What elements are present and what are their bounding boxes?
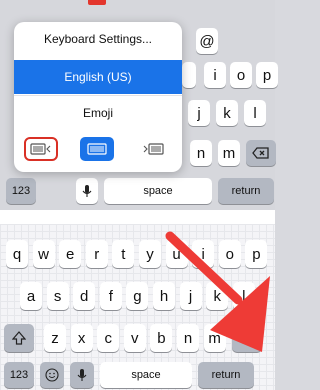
numbers-key-label: 123 [9, 369, 29, 381]
key-h[interactable]: h [153, 282, 175, 310]
delete-icon [252, 147, 269, 159]
return-key[interactable]: return [198, 362, 254, 388]
keyboard-full-icon [87, 143, 107, 155]
key-a-label: a [26, 287, 36, 305]
key-o[interactable]: o [218, 240, 241, 268]
key-b-label: b [157, 329, 166, 347]
key-g-label: g [133, 287, 142, 305]
key-s-label: s [53, 287, 62, 305]
key-f[interactable]: f [99, 282, 122, 310]
space-key-label: space [131, 369, 161, 381]
key-n[interactable]: n [190, 140, 212, 166]
key-q[interactable]: q [6, 240, 28, 268]
key-c[interactable]: c [97, 324, 120, 352]
key-u-label: u [172, 245, 181, 263]
section-divider [0, 210, 275, 224]
left-keyboard-button[interactable] [24, 137, 58, 161]
key-v-label: v [131, 329, 139, 347]
key-n-label: n [183, 329, 193, 347]
key-j[interactable]: j [179, 282, 202, 310]
key-i[interactable]: i [204, 62, 226, 88]
key-s[interactable]: s [46, 282, 69, 310]
key-d[interactable]: d [73, 282, 96, 310]
key-e-label: e [66, 245, 75, 263]
delete-key[interactable] [232, 324, 262, 352]
upper-keyboard-area: @ i o p j k l n m 123 space return Keybo… [0, 0, 278, 210]
emoji-key[interactable] [40, 362, 64, 388]
key-i[interactable]: i [192, 240, 215, 268]
keyboard-left-icon [30, 143, 51, 155]
key-c-label: c [104, 329, 112, 347]
key-o[interactable]: o [230, 62, 252, 88]
key-p[interactable]: p [256, 62, 278, 88]
key-p-label: p [252, 245, 261, 263]
space-key[interactable]: space [100, 362, 192, 388]
key-m[interactable]: m [203, 324, 226, 352]
key-i-label: i [201, 245, 205, 263]
key-t[interactable]: t [112, 240, 135, 268]
key-d-label: d [80, 287, 89, 305]
key-l[interactable]: l [244, 100, 266, 126]
key-o-label: o [225, 245, 234, 263]
microphone-key[interactable] [70, 362, 94, 388]
english-us-item[interactable]: English (US) [14, 60, 182, 94]
numbers-key[interactable]: 123 [4, 362, 34, 388]
keyboard-switcher-popup: Keyboard Settings... English (US) Emoji [14, 22, 182, 172]
key-j[interactable]: j [188, 100, 210, 126]
microphone-icon [77, 369, 87, 381]
shift-icon [12, 331, 26, 345]
key-n[interactable]: n [177, 324, 199, 352]
key-w-label: w [38, 245, 50, 263]
key-f-label: f [108, 287, 113, 305]
key-g[interactable]: g [126, 282, 149, 310]
key-at-symbol-icon[interactable]: @ [196, 28, 218, 54]
key-r-label: r [94, 245, 100, 263]
shift-key[interactable] [4, 324, 34, 352]
key-l[interactable]: l [232, 282, 255, 310]
red-tab-marker [88, 0, 106, 5]
microphone-key[interactable] [76, 178, 98, 204]
key-j-label: j [188, 287, 193, 305]
return-key-label: return [211, 369, 241, 381]
key-y[interactable]: y [139, 240, 161, 268]
key-r[interactable]: r [85, 240, 108, 268]
key-p[interactable]: p [245, 240, 268, 268]
numbers-key[interactable]: 123 [6, 178, 36, 204]
key-u[interactable]: u [165, 240, 188, 268]
delete-icon [238, 332, 255, 344]
emoji-icon [45, 368, 59, 382]
key-z[interactable]: z [44, 324, 66, 352]
keyboard-right-icon [143, 143, 164, 155]
return-key[interactable]: return [218, 178, 274, 204]
key-h-label: h [159, 287, 169, 305]
key-w[interactable]: w [32, 240, 55, 268]
key-z-label: z [51, 329, 59, 347]
key-v[interactable]: v [123, 324, 146, 352]
emoji-item[interactable]: Emoji [14, 96, 182, 130]
space-key[interactable]: space [104, 178, 212, 204]
key-q-label: q [12, 245, 22, 263]
key-e[interactable]: e [59, 240, 82, 268]
key-t-label: t [121, 245, 126, 263]
key-l-label: l [242, 287, 246, 305]
key-x[interactable]: x [70, 324, 93, 352]
keyboard-settings-item[interactable]: Keyboard Settings... [14, 22, 182, 56]
key-m-label: m [208, 329, 221, 347]
right-keyboard-button[interactable] [136, 137, 170, 161]
key-b[interactable]: b [150, 324, 173, 352]
key-a[interactable]: a [20, 282, 42, 310]
delete-key[interactable] [246, 140, 276, 166]
key-y-label: y [146, 245, 154, 263]
full-keyboard-button[interactable] [80, 137, 114, 161]
key-m[interactable]: m [218, 140, 240, 166]
microphone-icon [82, 185, 92, 197]
key-k[interactable]: k [216, 100, 238, 126]
key-x-label: x [77, 329, 86, 347]
key-k-label: k [213, 287, 221, 305]
key-u-partial[interactable] [182, 62, 196, 88]
key-k[interactable]: k [206, 282, 229, 310]
